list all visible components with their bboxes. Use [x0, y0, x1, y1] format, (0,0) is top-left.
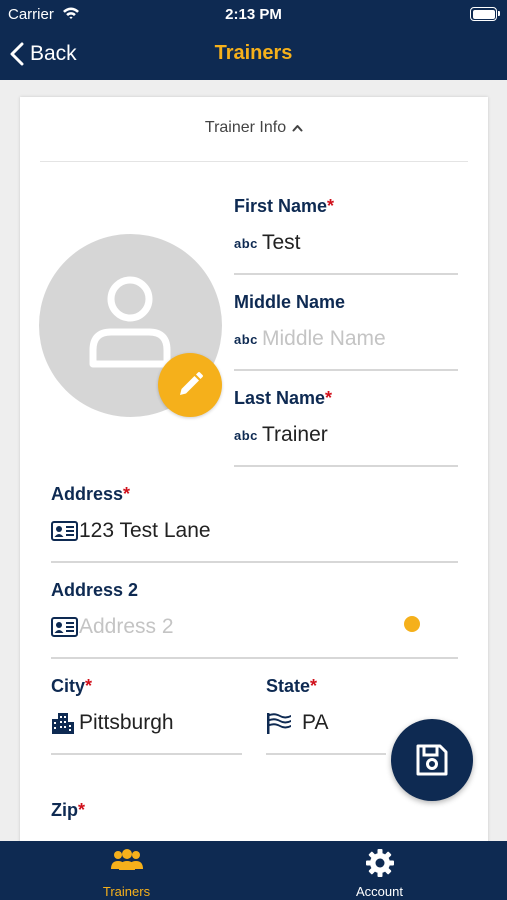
floppy-disk-icon	[416, 744, 448, 776]
person-icon	[89, 276, 171, 368]
last-name-label: Last Name	[234, 388, 326, 408]
address2-input[interactable]	[79, 615, 458, 639]
required-asterisk: *	[327, 196, 335, 216]
tab-label: Account	[356, 884, 403, 899]
page-title: Trainers	[214, 42, 293, 64]
clock: 2:13 PM	[225, 6, 282, 23]
tab-label: Trainers	[102, 884, 151, 899]
address2-field: Address 2	[51, 579, 458, 661]
zip-field: Zip*	[51, 799, 251, 823]
tab-bar: Trainers Account	[0, 841, 507, 900]
last-name-field: Last Name* abc	[234, 387, 458, 469]
flag-icon	[266, 712, 302, 734]
field-underline	[51, 753, 242, 755]
zip-label: Zip	[51, 800, 78, 820]
address2-label: Address 2	[51, 580, 139, 600]
buildings-icon	[51, 712, 79, 734]
field-underline	[51, 561, 458, 563]
last-name-input[interactable]	[262, 423, 458, 447]
first-name-field: First Name* abc	[234, 195, 458, 277]
field-underline	[51, 657, 458, 659]
required-asterisk: *	[310, 676, 318, 696]
required-asterisk: *	[123, 484, 131, 504]
first-name-input[interactable]	[262, 231, 458, 255]
field-underline	[234, 465, 458, 467]
field-underline	[234, 369, 458, 371]
pencil-icon	[180, 372, 203, 395]
address-field: Address*	[51, 483, 458, 565]
city-input[interactable]	[79, 711, 242, 735]
required-asterisk: *	[78, 800, 86, 820]
city-field: City*	[51, 675, 242, 757]
required-asterisk: *	[325, 388, 333, 408]
city-label: City	[51, 676, 86, 696]
tab-account[interactable]: Account	[253, 841, 506, 900]
chevron-up-icon	[292, 119, 303, 137]
divider	[40, 161, 468, 162]
state-dropdown-indicator[interactable]	[404, 616, 420, 632]
required-asterisk: *	[85, 676, 93, 696]
people-icon	[0, 849, 253, 871]
address-label: Address	[51, 484, 124, 504]
middle-name-field: Middle Name abc	[234, 291, 458, 373]
tab-trainers[interactable]: Trainers	[0, 841, 253, 900]
address-input[interactable]	[79, 519, 458, 543]
status-bar: Carrier 2:13 PM	[0, 0, 507, 30]
section-title: Trainer Info	[204, 119, 287, 136]
trainer-info-section-toggle[interactable]: Trainer Info	[20, 97, 488, 159]
id-card-icon	[51, 521, 79, 541]
navigation-bar: Back Trainers	[0, 30, 507, 80]
field-underline	[266, 753, 386, 755]
abc-icon: abc	[234, 331, 258, 347]
id-card-icon	[51, 617, 79, 637]
field-underline	[234, 273, 458, 275]
state-label: State	[266, 676, 311, 696]
gear-icon	[253, 849, 506, 878]
first-name-label: First Name	[234, 196, 328, 216]
battery-icon	[470, 7, 500, 21]
middle-name-label: Middle Name	[234, 292, 346, 312]
abc-icon: abc	[234, 235, 258, 251]
save-button[interactable]	[391, 719, 473, 801]
edit-photo-button[interactable]	[158, 353, 222, 417]
abc-icon: abc	[234, 427, 258, 443]
middle-name-input[interactable]	[262, 327, 458, 351]
